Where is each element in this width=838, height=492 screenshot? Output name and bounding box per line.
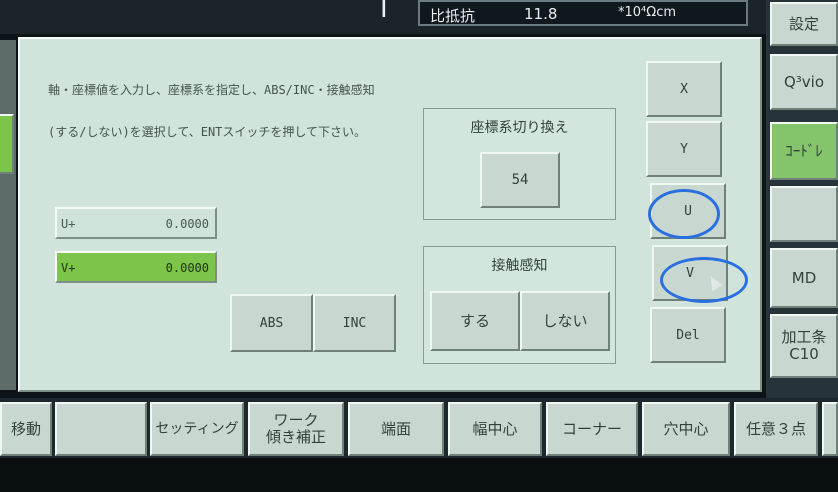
edge-button[interactable]: 端面	[348, 402, 444, 456]
resistivity-label: 比抵抗	[430, 7, 476, 25]
q3vio-button[interactable]: Q³vio	[770, 54, 838, 110]
instruction-text: 軸・座標値を入力し、座標系を指定し、ABS/INC・接触感知 (する/しない)を…	[48, 55, 375, 167]
inc-button[interactable]: INC	[313, 294, 396, 352]
instruction-line-1: 軸・座標値を入力し、座標系を指定し、ABS/INC・接触感知	[48, 83, 375, 97]
u-axis-label: U+	[61, 217, 76, 231]
coord-switch-title: 座標系切り換え	[470, 120, 569, 136]
u-axis-field[interactable]: U+ 0.0000	[55, 207, 217, 239]
abs-button[interactable]: ABS	[230, 294, 313, 352]
left-edge-panel	[0, 40, 16, 390]
coord-switch-group: 座標系切り換え 54	[423, 108, 616, 220]
v-axis-value: 0.0000	[165, 261, 209, 275]
annotation-circle-u	[648, 189, 720, 239]
bezel	[0, 458, 838, 492]
blank-right-button[interactable]	[770, 186, 838, 242]
main-panel: 軸・座標値を入力し、座標系を指定し、ABS/INC・接触感知 (する/しない)を…	[18, 37, 762, 392]
arbitrary-3-points-button[interactable]: 任意３点	[734, 402, 818, 456]
coord-switch-value[interactable]: 54	[480, 152, 560, 208]
work-tilt-correction-label: ワーク 傾き補正	[265, 411, 326, 446]
instruction-line-2: (する/しない)を選択して、ENTスイッチを押して下さい。	[48, 125, 367, 139]
work-tilt-correction-button[interactable]: ワーク 傾き補正	[248, 402, 344, 456]
code-button[interactable]: ｺｰﾄﾞﾚ	[770, 122, 838, 180]
move-button[interactable]: 移動	[0, 402, 52, 456]
annotation-circle-v	[660, 257, 748, 303]
resistivity-display: 比抵抗 11.8 *10⁴Ωcm	[418, 0, 748, 26]
delete-button[interactable]: Del	[650, 307, 726, 363]
contact-on-button[interactable]: する	[430, 291, 520, 351]
contact-sense-group: 接触感知 する しない	[423, 246, 616, 364]
machining-condition-button[interactable]: 加工条 C10	[770, 314, 838, 378]
left-edge-button-active[interactable]	[0, 114, 14, 174]
width-center-button[interactable]: 幅中心	[448, 402, 542, 456]
hole-center-button[interactable]: 穴中心	[642, 402, 730, 456]
v-axis-label: V+	[61, 261, 76, 275]
resistivity-value: 11.8	[524, 5, 558, 23]
bottom-right-edge-button[interactable]	[822, 402, 838, 456]
contact-sense-title: 接触感知	[491, 258, 548, 274]
u-axis-value: 0.0000	[165, 217, 209, 231]
top-bar: I 比抵抗 11.8 *10⁴Ωcm	[0, 0, 838, 34]
md-button[interactable]: MD	[770, 248, 838, 308]
resistivity-unit: *10⁴Ωcm	[618, 5, 676, 20]
settings-button[interactable]: 設定	[770, 2, 838, 46]
blank-bottom-button[interactable]	[55, 402, 147, 456]
right-panel: 設定 Q³vio ｺｰﾄﾞﾚ MD 加工条 C10	[766, 0, 838, 398]
bottom-function-bar: 移動 セッティング ワーク 傾き補正 端面 幅中心 コーナー 穴中心 任意３点	[0, 398, 838, 458]
axis-x-button[interactable]: X	[646, 61, 722, 117]
contact-off-button[interactable]: しない	[520, 291, 610, 351]
v-axis-field[interactable]: V+ 0.0000	[55, 251, 217, 283]
axis-y-button[interactable]: Y	[646, 121, 722, 177]
setting-button[interactable]: セッティング	[150, 402, 244, 456]
corner-button[interactable]: コーナー	[546, 402, 638, 456]
title-fragment: I	[380, 0, 388, 24]
